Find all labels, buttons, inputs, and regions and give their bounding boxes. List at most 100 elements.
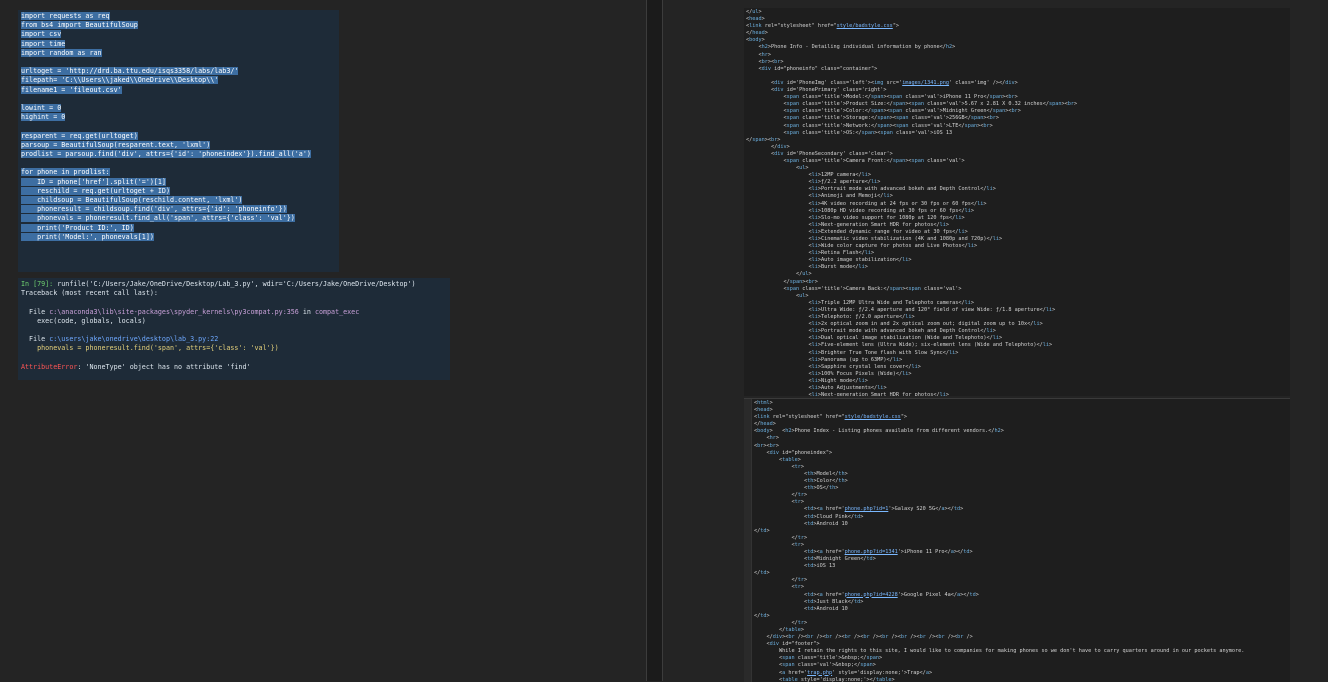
source-line: <div id="phoneindex"> (754, 449, 833, 456)
source-line: </td> (754, 612, 770, 619)
source-line: </head> (746, 30, 768, 37)
source-line: <li>Cinematic video stabilization (4K an… (746, 236, 1003, 242)
source-line: <th>Model</th> (754, 470, 848, 477)
source-line: <a href='trap.php' style='display:none;'… (754, 669, 933, 676)
source-line: <body> (746, 37, 765, 44)
source-line: <li>Sapphire crystal lens cover</li> (746, 363, 921, 370)
code-line: ID = phone['href'].split('=')[1] (21, 177, 166, 186)
source-line: <div id='PhoneSecondary' class='clear'> (746, 150, 893, 157)
phone-index-source[interactable]: <html> <head> <link rel="stylesheet" hre… (744, 398, 1290, 682)
source-line: </td> (754, 570, 770, 577)
source-line: <tr> (754, 463, 804, 470)
source-line: <span class='title'>Camera Back:</span><… (746, 285, 962, 292)
code-line: print('Product ID:', ID) (21, 223, 134, 232)
source-line: <li>Portrait mode with advanced bokeh an… (746, 328, 996, 335)
source-line: <tr> (754, 541, 804, 548)
source-line: <td><a href='phone.php?id=4228'>Google P… (754, 591, 979, 598)
source-line: <span class='title'>Storage:</span><span… (746, 115, 1000, 122)
ipython-console[interactable]: In [79]: runfile('C:/Users/Jake/OneDrive… (18, 278, 450, 380)
source-line: <td>Cloud Pink</td> (754, 513, 864, 520)
frame1-in: in (298, 307, 315, 316)
code-line: reschild = req.get(urltoget + ID) (21, 186, 170, 195)
source-line: </ul> (746, 271, 812, 278)
source-line: </tr> (754, 492, 808, 499)
console-output: In [79]: runfile('C:/Users/Jake/OneDrive… (18, 278, 450, 374)
source-line: <br><br> (746, 58, 784, 65)
traceback-header: Traceback (most recent call last): (21, 289, 158, 298)
editor-code[interactable]: import requests as req from bs4 import B… (18, 10, 339, 244)
frame1-prefix: File (21, 307, 50, 316)
code-line: resparent = req.get(urltoget) (21, 131, 138, 140)
source-line: </table> (754, 627, 804, 633)
code-line: childsoup = BeautifulSoup(reschild.conte… (21, 196, 243, 205)
source-line: <li>Animoji and Memoji</li> (746, 193, 893, 200)
frame2-code: phonevals = phoneresult.find('span', att… (21, 344, 279, 353)
frame1-code: exec(code, globals, locals) (21, 316, 146, 325)
source-line: <hr> (746, 51, 771, 58)
source-line: <td>Android 10 (754, 520, 848, 527)
phone-index-code: <html> <head> <link rel="stylesheet" hre… (744, 399, 1290, 682)
source-line: <li>Slo-mo video support for 1080p at 12… (746, 214, 965, 221)
source-line: <li>Night mode</li> (746, 377, 868, 384)
source-line: <td>iOS 13 (754, 563, 836, 570)
source-line: <tr> (754, 499, 804, 506)
source-line: </tr> (754, 577, 808, 584)
frame2-prefix: File (21, 335, 50, 344)
source-line: <li>Triple 12MP Ultra Wide and Telephoto… (746, 299, 975, 306)
source-line: <div id='PhoneImg' class='left'><img src… (746, 79, 1018, 86)
source-line: </div><br /><br /><br /><br /><br /><br … (754, 634, 973, 641)
source-line: </span><br> (746, 278, 818, 285)
source-line: </tr> (754, 534, 808, 541)
code-line: import requests as req (21, 12, 110, 20)
source-line: <th>OS</th> (754, 485, 839, 492)
source-line: <h2>Phone Info - Detailing individual in… (746, 44, 956, 51)
source-line: <li>100% Focus Pixels (Wide)</li> (746, 370, 912, 377)
source-line: <div id='PhonePrimary' class='right'> (746, 87, 887, 94)
source-line: <span class='title'>Product Size:</span>… (746, 101, 1078, 108)
phone-info-code: </ul> <head> <link rel="stylesheet" href… (744, 8, 1290, 396)
phone-info-source[interactable]: </ul> <head> <link rel="stylesheet" href… (744, 8, 1290, 396)
frame1-path[interactable]: c:\anaconda3\lib\site-packages\spyder_ke… (49, 308, 299, 316)
source-line: <html> (754, 400, 773, 406)
code-line: prodlist = parsoup.find('div', attrs={'i… (21, 150, 311, 159)
source-line: </head> (754, 421, 776, 428)
code-line: filename1 = 'fileout.csv' (21, 85, 122, 94)
code-line: phonevals = phoneresult.find_all('span',… (21, 214, 295, 223)
source-line: <link rel="stylesheet" href="style/badst… (754, 414, 908, 421)
source-line: <td><a href='phone.php?id=1341'>iPhone 1… (754, 548, 973, 555)
code-line: lowint = 0 (21, 104, 62, 113)
source-line: <ul> (746, 292, 809, 299)
error-message: : 'NoneType' object has no attribute 'fi… (77, 362, 251, 371)
code-line: phoneresult = childsoup.find('div', attr… (21, 205, 287, 214)
code-line: highint = 0 (21, 113, 66, 122)
source-line: <span class='title'>OS:</span><span clas… (746, 129, 953, 136)
source-line: <li>Auto Adjustments</li> (746, 384, 887, 391)
source-line: <span class='title'>&nbsp;</span> (754, 655, 883, 662)
source-line: </td> (754, 527, 770, 534)
source-line: <li>12MP camera</li> (746, 172, 871, 179)
source-line: </div> (746, 143, 790, 150)
source-line: <head> (746, 16, 765, 23)
source-line: <span class='title'>Camera Front:</span>… (746, 157, 965, 164)
source-line: <td>Android 10 (754, 605, 848, 612)
source-line: <tr> (754, 584, 804, 591)
source-line: <li>Wide color capture for photos and Li… (746, 243, 978, 250)
source-line: <span class='title'>Color:</span><span c… (746, 108, 1021, 115)
source-line: <table style='display:none;'></table> (754, 676, 895, 682)
frame1-func: compat_exec (314, 307, 360, 316)
source-line: <li>Ultra Wide: ƒ/2.4 aperture and 120° … (746, 306, 1056, 313)
source-line: <li>1080p HD video recording at 30 fps o… (746, 207, 975, 214)
source-line: <hr> (754, 435, 779, 442)
source-line: <li>Dual optical image stabilization (Wi… (746, 335, 1003, 342)
console-prompt: In [79]: (21, 280, 54, 288)
source-line: <li>4K video recording at 24 fps or 30 f… (746, 200, 987, 207)
window-divider[interactable] (646, 0, 663, 681)
source-line: <head> (754, 407, 773, 414)
code-line: urltoget = 'http://drd.ba.ttu.edu/isqs33… (21, 67, 239, 76)
frame2-path[interactable]: c:\users\jake\onedrive\desktop\lab_3.py:… (49, 335, 218, 343)
console-command: runfile('C:/Users/Jake/OneDrive/Desktop/… (53, 280, 416, 288)
code-line: for phone in prodlist: (21, 168, 110, 177)
source-line: <li>Next-generation Smart HDR for photos… (746, 221, 950, 228)
python-editor[interactable]: import requests as req from bs4 import B… (18, 10, 339, 272)
source-line: While I retain the rights to this site, … (754, 648, 1245, 655)
